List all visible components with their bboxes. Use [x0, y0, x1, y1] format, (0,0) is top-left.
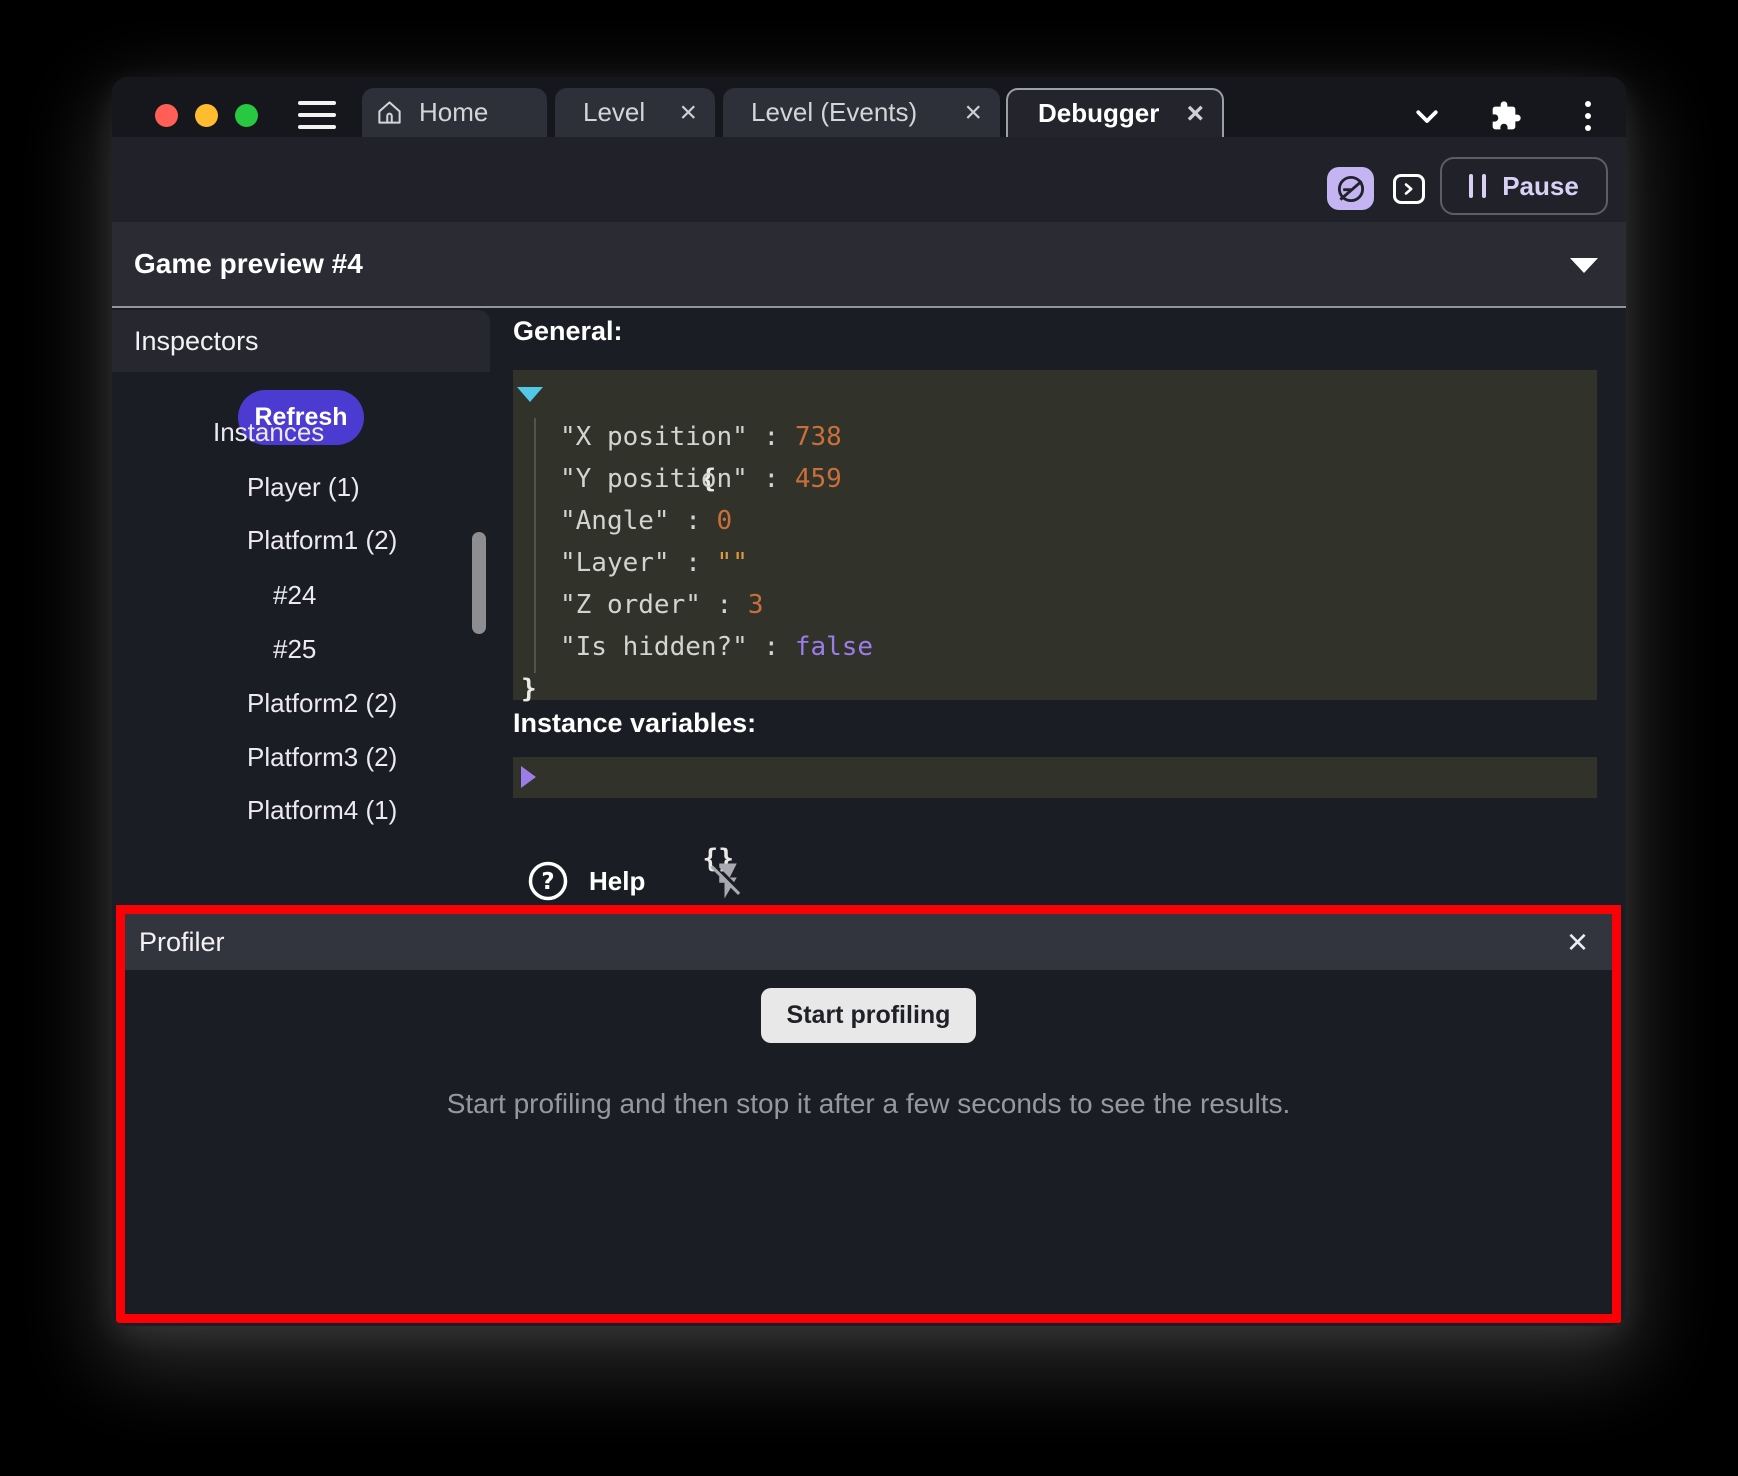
json-row: "Layer" : "" [513, 542, 1597, 584]
json-row: "Angle" : 0 [513, 500, 1597, 542]
instance-variables-heading: Instance variables: [513, 708, 756, 739]
general-heading: General: [513, 316, 623, 347]
chevron-right-icon [1400, 180, 1418, 198]
start-profiling-button[interactable]: Start profiling [761, 988, 977, 1043]
help-icon[interactable]: ? [527, 860, 569, 902]
game-preview-header[interactable]: Game preview #4 [112, 222, 1626, 308]
general-json-view: { "X position" : 738 "Y position" : 459 … [513, 370, 1597, 700]
json-value: 459 [795, 464, 842, 494]
json-value: 3 [748, 590, 764, 620]
json-row: "Is hidden?" : false [513, 626, 1597, 668]
inspectors-sidebar: Inspectors Refresh Instances Player (1) … [112, 310, 490, 908]
help-label[interactable]: Help [589, 866, 645, 897]
extensions-puzzle-icon[interactable] [1489, 99, 1523, 133]
zoom-window-button[interactable] [235, 104, 258, 127]
minimize-window-button[interactable] [195, 104, 218, 127]
pause-icon [1469, 174, 1486, 198]
tab-label: Level (Events) [741, 97, 927, 128]
json-value: 738 [795, 422, 842, 452]
tree-item-platform2[interactable]: Platform2 (2) [247, 686, 397, 720]
tree-item-instances[interactable]: Instances [213, 415, 324, 449]
json-key: "Layer" [560, 548, 670, 578]
json-key: "X position" [560, 422, 748, 452]
expand-icon[interactable] [521, 766, 536, 788]
tab-level[interactable]: Level × [555, 88, 715, 137]
menu-icon[interactable] [298, 101, 336, 129]
gauge-icon [1334, 172, 1368, 206]
tab-debugger[interactable]: Debugger × [1006, 88, 1224, 137]
profiler-body: Start profiling Start profiling and then… [125, 970, 1612, 1314]
flash-off-icon[interactable] [707, 860, 749, 902]
json-value: false [795, 632, 873, 662]
close-tab-icon[interactable]: × [1172, 99, 1222, 129]
close-window-button[interactable] [155, 104, 178, 127]
console-button[interactable] [1393, 174, 1425, 204]
profiler-title: Profiler [125, 927, 225, 958]
json-value: 0 [717, 506, 733, 536]
close-tab-icon[interactable]: × [950, 98, 1000, 128]
inspectors-title: Inspectors [112, 326, 259, 357]
close-brace: } [521, 674, 537, 704]
tab-label: Home [409, 97, 498, 128]
chevron-down-icon[interactable] [1410, 99, 1444, 133]
close-tab-icon[interactable]: × [665, 98, 715, 128]
tree-item-platform3[interactable]: Platform3 (2) [247, 740, 397, 774]
app-window: Home Level × Level (Events) × Debugger × [112, 77, 1626, 1326]
debugger-content: Inspectors Refresh Instances Player (1) … [112, 310, 1626, 908]
json-key: "Z order" [560, 590, 701, 620]
profiler-header: Profiler × [125, 914, 1612, 970]
json-row: "X position" : 738 [513, 416, 1597, 458]
inspectors-tree: Refresh Instances Player (1) Platform1 (… [112, 372, 490, 908]
tab-label: Debugger [1028, 98, 1169, 129]
svg-text:?: ? [541, 869, 554, 895]
tree-item-platform1[interactable]: Platform1 (2) [247, 523, 397, 557]
tree-item-instance-25[interactable]: #25 [273, 632, 316, 666]
tab-level-events[interactable]: Level (Events) × [723, 88, 1000, 137]
profiler-toggle-button[interactable] [1327, 167, 1374, 210]
collapse-caret-icon[interactable] [1570, 258, 1598, 273]
json-key: "Angle" [560, 506, 670, 536]
pause-button[interactable]: Pause [1440, 157, 1608, 215]
expand-collapse-icon[interactable] [517, 387, 543, 402]
json-row: "Z order" : 3 [513, 584, 1597, 626]
close-icon[interactable]: × [1543, 924, 1612, 960]
overflow-menu-icon[interactable] [1571, 99, 1605, 133]
tab-home[interactable]: Home [362, 88, 547, 137]
json-key: "Is hidden?" [560, 632, 748, 662]
tab-label: Level [573, 97, 655, 128]
game-preview-title: Game preview #4 [112, 248, 363, 280]
profiler-message: Start profiling and then stop it after a… [125, 1088, 1612, 1120]
instance-variables-view: {} [513, 757, 1597, 798]
tree-item-instance-24[interactable]: #24 [273, 578, 316, 612]
sidebar-scrollbar-thumb[interactable] [472, 532, 486, 634]
help-row: ? Help [527, 860, 749, 902]
inspector-detail-panel: General: { "X position" : 738 "Y positio… [490, 310, 1626, 908]
json-key: "Y position" [560, 464, 748, 494]
json-row: "Y position" : 459 [513, 458, 1597, 500]
pause-label: Pause [1502, 171, 1579, 202]
profiler-panel: Profiler × Start profiling Start profili… [116, 905, 1621, 1323]
inspectors-header: Inspectors [112, 310, 490, 372]
home-icon [376, 99, 403, 126]
tree-item-platform4[interactable]: Platform4 (1) [247, 793, 397, 827]
tree-item-player[interactable]: Player (1) [247, 470, 360, 504]
tab-bar: Home Level × Level (Events) × Debugger × [112, 77, 1626, 137]
json-value: "" [717, 548, 748, 578]
debugger-toolbar: Pause [112, 137, 1626, 222]
